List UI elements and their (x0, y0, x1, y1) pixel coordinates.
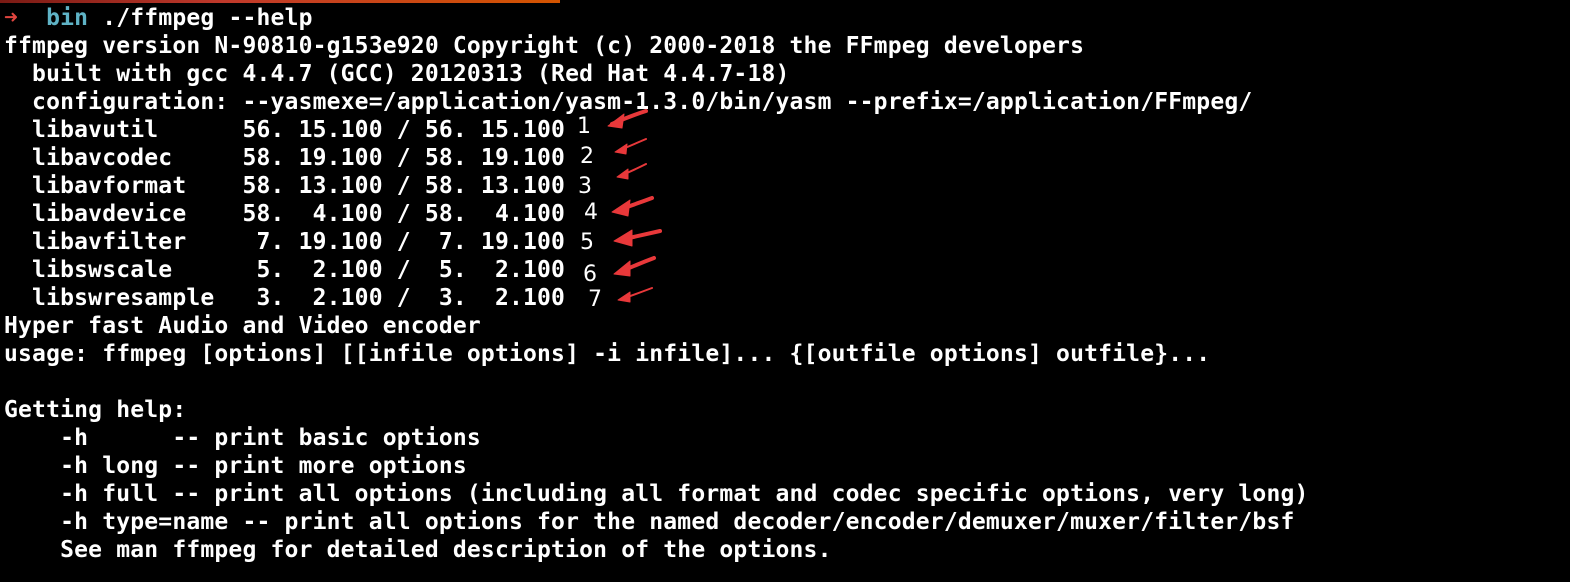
output-line-help-full: -h full -- print all options (including … (4, 481, 1309, 507)
annotation-number-6: 6 (583, 262, 597, 287)
prompt-directory: bin (46, 5, 89, 31)
output-line-libavdevice: libavdevice 58. 4.100 / 58. 4.100 (4, 201, 566, 227)
terminal-window[interactable]: ➜ bin ./ffmpeg --help ffmpeg version N-9… (0, 0, 1570, 582)
output-line-configuration: configuration: --yasmexe=/application/ya… (4, 89, 1253, 115)
annotation-number-3: 3 (578, 174, 592, 199)
annotation-number-7: 7 (588, 287, 602, 312)
annotation-arrow-2-icon (614, 138, 647, 155)
annotation-arrow-3-icon (616, 163, 647, 180)
annotation-arrow-4-icon (611, 196, 654, 217)
output-line-libavformat: libavformat 58. 13.100 / 58. 13.100 (4, 173, 566, 199)
annotation-number-1: 1 (577, 114, 591, 139)
output-line-libavfilter: libavfilter 7. 19.100 / 7. 19.100 (4, 229, 566, 255)
output-line-built: built with gcc 4.4.7 (GCC) 20120313 (Red… (4, 61, 790, 87)
previous-line-remnant (0, 0, 560, 3)
annotation-arrow-5-icon (613, 229, 662, 247)
annotation-arrow-7-icon (617, 287, 653, 303)
annotation-arrow-6-icon (613, 256, 656, 277)
output-line-libavutil: libavutil 56. 15.100 / 56. 15.100 (4, 117, 566, 143)
output-line-libswresample: libswresample 3. 2.100 / 3. 2.100 (4, 285, 566, 311)
annotation-number-2: 2 (580, 144, 594, 169)
prompt-arrow-icon: ➜ (4, 5, 19, 31)
prompt-command: ./ffmpeg --help (102, 5, 313, 31)
annotation-number-5: 5 (580, 230, 594, 255)
output-line-see-man: See man ffmpeg for detailed description … (4, 537, 832, 563)
output-line-usage: usage: ffmpeg [options] [[infile options… (4, 341, 1211, 367)
output-line-libswscale: libswscale 5. 2.100 / 5. 2.100 (4, 257, 566, 283)
output-line-help-type: -h type=name -- print all options for th… (4, 509, 1295, 535)
output-line-help-basic: -h -- print basic options (4, 425, 481, 451)
prompt-line: ➜ bin ./ffmpeg --help (4, 4, 313, 32)
output-line-description: Hyper fast Audio and Video encoder (4, 313, 481, 339)
output-line-getting-help: Getting help: (4, 397, 187, 423)
output-line-version: ffmpeg version N-90810-g153e920 Copyrigh… (4, 33, 1085, 59)
output-line-help-long: -h long -- print more options (4, 453, 467, 479)
annotation-number-4: 4 (584, 200, 598, 225)
output-line-libavcodec: libavcodec 58. 19.100 / 58. 19.100 (4, 145, 566, 171)
